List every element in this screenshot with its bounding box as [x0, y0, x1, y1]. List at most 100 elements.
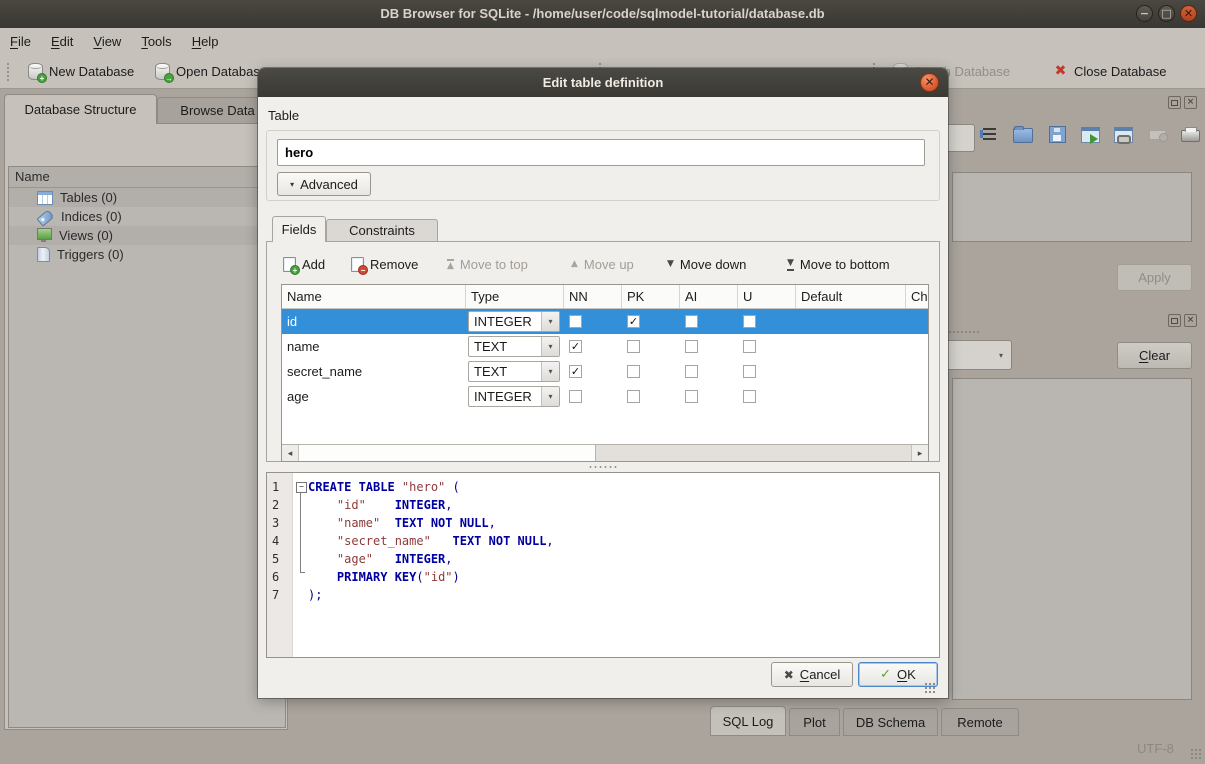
pk-checkbox[interactable] [627, 365, 640, 378]
remove-button[interactable]: −Remove [351, 252, 418, 277]
dialog-close-icon[interactable]: ✕ [920, 73, 939, 92]
close-database-button[interactable]: ✖Close Database [1050, 58, 1170, 84]
dock-splitter[interactable] [944, 330, 980, 334]
window-arrow-icon[interactable] [1081, 126, 1100, 143]
menu-help[interactable]: Help [182, 29, 229, 55]
u-checkbox[interactable] [743, 340, 756, 353]
tab-database-structure[interactable]: Database Structure [4, 94, 157, 124]
clear-button[interactable]: Clear [1117, 342, 1192, 369]
table-name-input[interactable] [277, 139, 925, 166]
type-combo[interactable]: TEXT▾ [468, 361, 560, 382]
bottom-tab-remote[interactable]: Remote [941, 708, 1019, 736]
field-row-name[interactable]: nameTEXT▾✓ [282, 334, 928, 359]
tree-item-indices[interactable]: Indices (0) [9, 207, 285, 226]
close-icon[interactable]: ✕ [1180, 5, 1197, 22]
nn-checkbox[interactable] [569, 315, 582, 328]
move-down-button[interactable]: ▼Move down [667, 252, 746, 277]
printer-icon[interactable] [1181, 126, 1200, 143]
bottom-tab-plot[interactable]: Plot [789, 708, 840, 736]
scrollbar-track[interactable] [596, 445, 911, 461]
dialog-splitter[interactable] [588, 465, 618, 469]
move-up-button[interactable]: ▲Move up [571, 252, 634, 277]
tree-item-tables[interactable]: Tables (0) [9, 188, 285, 207]
ok-check-icon: ✓ [880, 668, 891, 681]
field-row-age[interactable]: ageINTEGER▾ [282, 384, 928, 409]
ai-checkbox[interactable] [685, 340, 698, 353]
scrollbar-thumb[interactable] [299, 445, 596, 461]
column-header-type[interactable]: Type [466, 285, 564, 308]
fields-table[interactable]: NameTypeNNPKAIUDefaultCheckidINTEGER▾✓na… [281, 284, 929, 462]
dock-close-icon[interactable]: × [1184, 96, 1197, 109]
nn-checkbox[interactable] [569, 390, 582, 403]
sql-preview[interactable]: 1CREATE TABLE "hero" (2 "id" INTEGER,3 "… [266, 472, 940, 658]
u-checkbox[interactable] [743, 315, 756, 328]
type-combo[interactable]: INTEGER▾ [468, 386, 560, 407]
window-link-icon[interactable] [1114, 126, 1133, 143]
cancel-button[interactable]: ✖ Cancel [771, 662, 853, 687]
pk-checkbox[interactable] [627, 390, 640, 403]
dock-close-icon[interactable]: × [1184, 314, 1197, 327]
field-row-id[interactable]: idINTEGER▾✓ [282, 309, 928, 334]
column-header-ai[interactable]: AI [680, 285, 738, 308]
cell-editor-area[interactable] [952, 172, 1192, 242]
table-icon [37, 191, 53, 205]
advanced-button[interactable]: ▾ Advanced [277, 172, 371, 196]
apply-button[interactable]: Apply [1117, 264, 1192, 291]
tree-header-name[interactable]: Name [9, 167, 285, 188]
u-checkbox[interactable] [743, 365, 756, 378]
move-to-bottom-button[interactable]: ▼Move to bottom [787, 252, 890, 277]
bottom-tab-sql-log[interactable]: SQL Log [710, 706, 786, 736]
nn-checkbox[interactable]: ✓ [569, 340, 582, 353]
sql-line: 1CREATE TABLE "hero" ( [267, 478, 939, 496]
tree-item-label: Triggers (0) [57, 247, 124, 262]
toolbar-grip[interactable] [6, 62, 10, 81]
u-checkbox[interactable] [743, 390, 756, 403]
bottom-tab-db-schema[interactable]: DB Schema [843, 708, 938, 736]
column-header-pk[interactable]: PK [622, 285, 680, 308]
column-header-u[interactable]: U [738, 285, 796, 308]
pk-checkbox[interactable]: ✓ [627, 315, 640, 328]
ai-checkbox[interactable] [685, 390, 698, 403]
nn-checkbox[interactable]: ✓ [569, 365, 582, 378]
column-header-default[interactable]: Default [796, 285, 906, 308]
ai-checkbox[interactable] [685, 315, 698, 328]
menu-tools[interactable]: Tools [131, 29, 181, 55]
fold-collapse-icon[interactable]: − [296, 482, 307, 493]
pk-checkbox[interactable] [627, 340, 640, 353]
sql-line: 6 PRIMARY KEY("id") [267, 568, 939, 586]
type-combo[interactable]: INTEGER▾ [468, 311, 560, 332]
ai-checkbox[interactable] [685, 365, 698, 378]
tree-item-triggers[interactable]: Triggers (0) [9, 245, 285, 264]
blue-save-icon[interactable] [1047, 126, 1067, 143]
minimize-icon[interactable]: − [1136, 5, 1153, 22]
menu-file[interactable]: File [0, 29, 41, 55]
chevron-down-icon: ▾ [290, 180, 294, 189]
menu-view[interactable]: View [83, 29, 131, 55]
add-button[interactable]: +Add [283, 252, 325, 277]
tab-constraints[interactable]: Constraints [326, 219, 438, 242]
move-to-top-button[interactable]: ▲Move to top [447, 252, 528, 277]
new-database-button[interactable]: +New Database [25, 58, 137, 84]
menu-edit[interactable]: Edit [41, 29, 83, 55]
text-lines-icon[interactable] [980, 126, 999, 143]
open-database-button[interactable]: →Open Database [152, 58, 270, 84]
blue-folder-icon[interactable] [1013, 126, 1033, 143]
schema-tree[interactable]: Name Tables (0)Indices (0)Views (0) Trigg… [8, 166, 286, 728]
column-header-check[interactable]: Check [906, 285, 929, 308]
scroll-left-icon[interactable]: ◂ [282, 445, 299, 461]
window-resize-grip[interactable] [1190, 748, 1202, 760]
column-header-nn[interactable]: NN [564, 285, 622, 308]
tree-item-views[interactable]: Views (0) [9, 226, 285, 245]
dock-float-icon[interactable] [1168, 314, 1181, 327]
dock-float-icon[interactable] [1168, 96, 1181, 109]
field-row-secret_name[interactable]: secret_nameTEXT▾✓ [282, 359, 928, 384]
column-header-name[interactable]: Name [282, 285, 466, 308]
type-combo[interactable]: TEXT▾ [468, 336, 560, 357]
scroll-right-icon[interactable]: ▸ [911, 445, 928, 461]
maximize-icon[interactable]: □ [1158, 5, 1175, 22]
sql-log-list[interactable] [952, 378, 1192, 700]
null-icon[interactable] [1147, 126, 1167, 143]
dialog-resize-grip[interactable] [924, 682, 936, 694]
horizontal-scrollbar[interactable]: ◂ ▸ [282, 444, 928, 461]
tab-fields[interactable]: Fields [272, 216, 326, 242]
